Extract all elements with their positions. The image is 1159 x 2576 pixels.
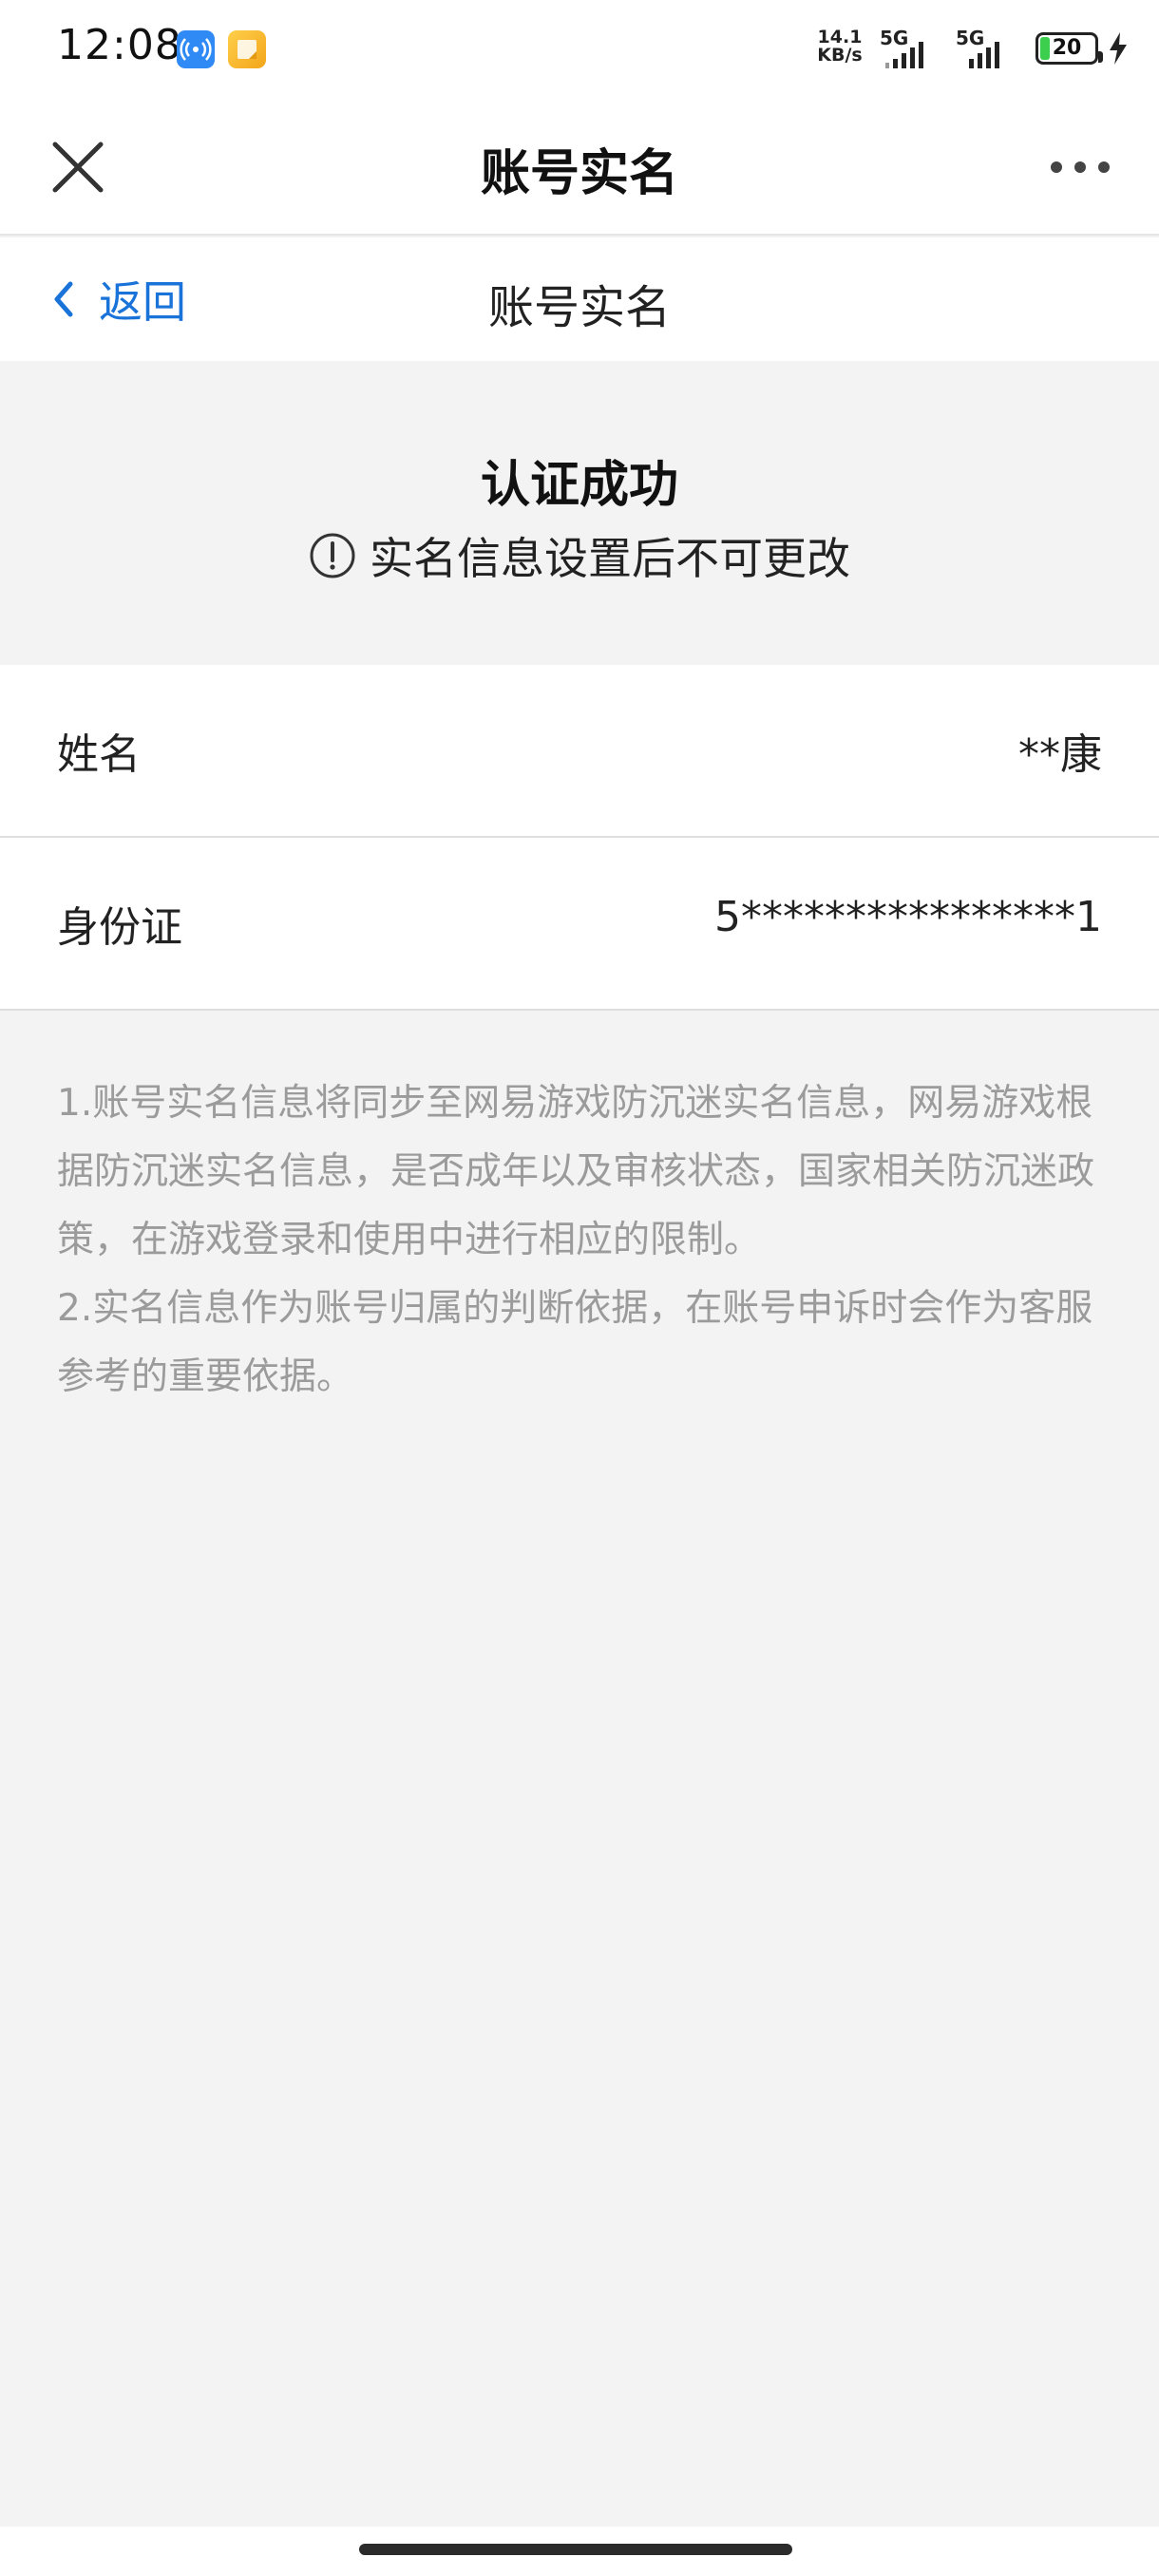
signal-1-icon: 5G bbox=[878, 27, 954, 70]
notice-line: 实名信息设置后不可更改 bbox=[0, 524, 1159, 587]
name-value: **康 bbox=[1018, 730, 1102, 779]
note-item-1: 1.账号实名信息将同步至网易游戏防沉迷实名信息，网易游戏根据防沉迷实名信息，是否… bbox=[57, 1082, 1095, 1261]
sub-title: 账号实名 bbox=[487, 281, 671, 334]
charging-bolt-icon bbox=[1110, 32, 1127, 65]
sub-nav-bar: 返回 账号实名 bbox=[0, 237, 1159, 361]
signal-2-icon: 5G bbox=[954, 27, 1030, 70]
info-exclamation-icon bbox=[310, 533, 355, 578]
status-bar: 12:08 14.1 KB/s 5G 5G 20 bbox=[0, 0, 1159, 95]
verification-success-title: 认证成功 bbox=[480, 457, 678, 514]
top-nav-bar: 账号实名 bbox=[0, 95, 1159, 236]
verification-status-section: 认证成功 实名信息设置后不可更改 bbox=[0, 361, 1159, 665]
more-button[interactable] bbox=[1047, 152, 1113, 182]
hotspot-app-icon bbox=[177, 30, 215, 68]
page-title: 账号实名 bbox=[480, 145, 678, 202]
name-label: 姓名 bbox=[57, 730, 141, 779]
note-item-2: 2.实名信息作为账号归属的判断依据，在账号申诉时会作为客服参考的重要依据。 bbox=[57, 1287, 1093, 1398]
battery-tip bbox=[1098, 51, 1103, 63]
id-card-value: 5****************1 bbox=[714, 893, 1102, 941]
network-speed: 14.1 KB/s bbox=[811, 28, 868, 65]
status-time: 12:08 bbox=[57, 21, 182, 69]
notice-text: 实名信息设置后不可更改 bbox=[370, 533, 850, 584]
id-card-label: 身份证 bbox=[57, 903, 182, 952]
network-speed-unit: KB/s bbox=[817, 45, 863, 66]
info-row-id-card: 身份证 5****************1 bbox=[0, 838, 1159, 1011]
battery-icon: 20 bbox=[1036, 32, 1103, 65]
notes-app-icon bbox=[228, 30, 266, 68]
notes-section: 1.账号实名信息将同步至网易游戏防沉迷实名信息，网易游戏根据防沉迷实名信息，是否… bbox=[57, 1070, 1102, 1411]
battery-level: 20 bbox=[1052, 36, 1082, 60]
info-list: 姓名 **康 身份证 5****************1 bbox=[0, 665, 1159, 1011]
more-dots-icon bbox=[1051, 161, 1110, 173]
info-row-name: 姓名 **康 bbox=[0, 665, 1159, 838]
home-indicator[interactable] bbox=[359, 2544, 792, 2555]
